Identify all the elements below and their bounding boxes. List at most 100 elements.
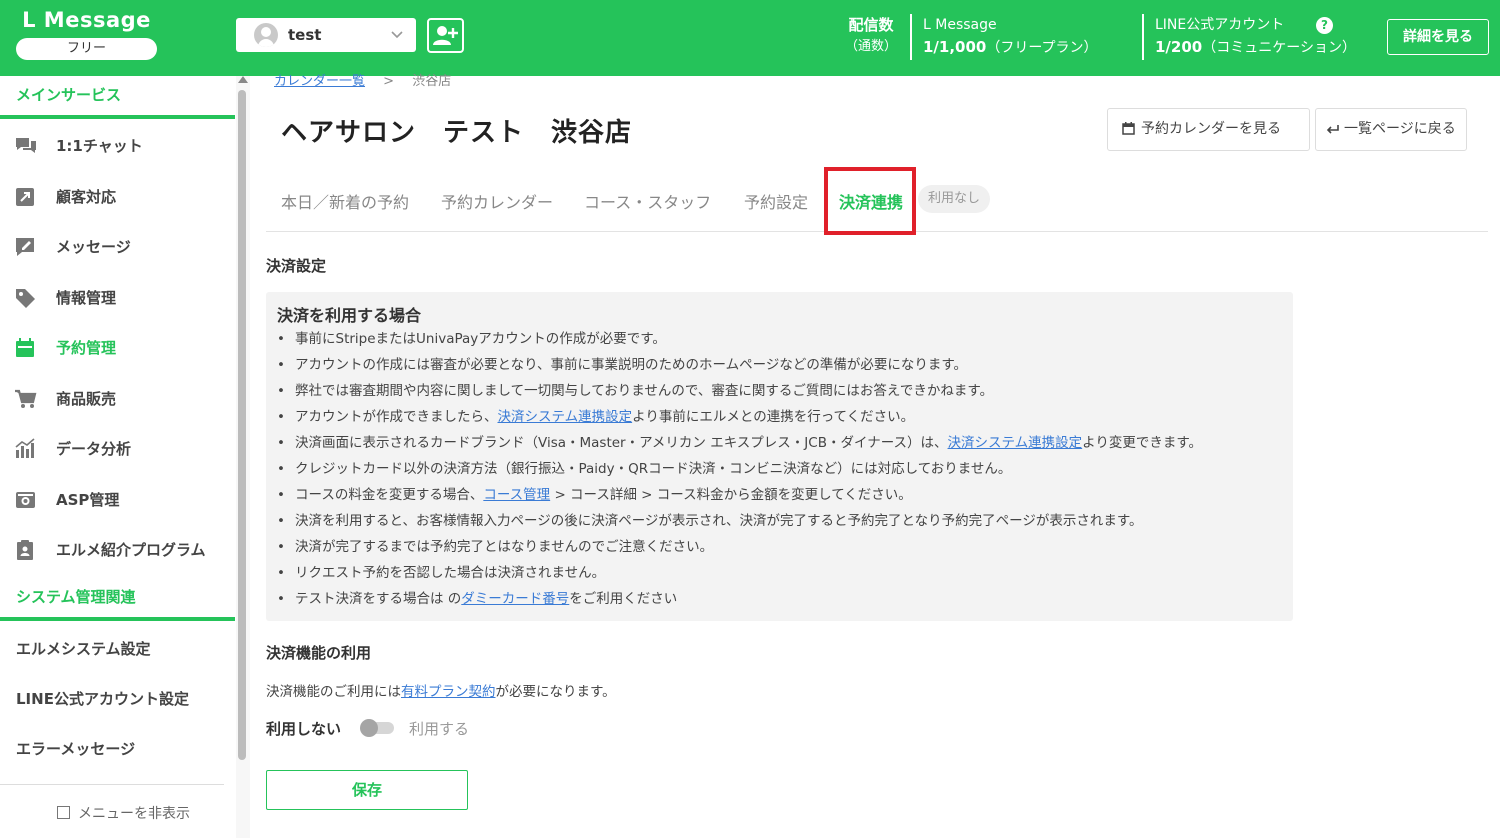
tab-calendar[interactable]: 予約カレンダー	[441, 189, 553, 213]
sidebar-item-analytics[interactable]: データ分析	[0, 423, 235, 473]
note-text: をご利用ください	[569, 591, 678, 607]
list-item: テスト決済をする場合は のダミーカード番号をご利用ください	[276, 589, 1202, 615]
sidebar-item-label: 予約管理	[56, 339, 117, 357]
list-item: コースの料金を変更する場合、コース管理 > コース詳細 > コース料金から金額を…	[276, 485, 1202, 511]
payment-notice-box: 決済を利用する場合 事前にStripeまたはUnivaPayアカウントの作成が必…	[266, 292, 1293, 621]
toggle-on-label: 利用する	[409, 720, 470, 738]
note-text: 決済を利用すると、お客様情報入力ページの後に決済ページが表示され、決済が完了する…	[295, 513, 1143, 529]
sidebar-item-sales[interactable]: 商品販売	[0, 373, 235, 423]
add-user-button[interactable]	[427, 18, 464, 53]
line-account-plan: （コミュニケーション）	[1202, 40, 1356, 56]
account-selector[interactable]: test	[236, 18, 416, 52]
logo-text: L Message	[22, 8, 151, 32]
note-text: アカウントの作成には審査が必要となり、事前に事業説明のためのホームページなどの準…	[295, 357, 968, 373]
note-text: コースの料金を変更する場合、	[295, 487, 484, 503]
hide-menu-button[interactable]: メニューを非表示	[57, 803, 190, 823]
scrollbar[interactable]	[238, 90, 246, 760]
payment-usage-heading: 決済機能の利用	[266, 644, 372, 662]
list-item: リクエスト予約を否認した場合は決済されません。	[276, 563, 1202, 589]
asp-icon	[16, 492, 35, 508]
notice-list: 事前にStripeまたはUnivaPayアカウントの作成が必要です。 アカウント…	[276, 329, 1202, 615]
note-text: より事前にエルメとの連携を行ってください。	[632, 409, 915, 425]
lmessage-stat: L Message 1/1,000（フリープラン）	[923, 14, 1098, 59]
hide-menu-label: メニューを非表示	[78, 806, 190, 822]
sidebar-item-chat[interactable]: 1:1チャット	[0, 120, 235, 170]
note-text: アカウントが作成できましたら、	[295, 409, 498, 425]
divider	[0, 784, 224, 785]
help-icon[interactable]: ?	[1316, 17, 1333, 34]
note-text: 弊社では審査期間や内容に関しまして一切関与しておりませんので、審査に関するご質問…	[295, 383, 994, 399]
note-text: リクエスト予約を否認した場合は決済されません。	[295, 565, 606, 581]
sidebar-item-reservation[interactable]: 予約管理	[0, 322, 235, 372]
section-title-system: システム管理関連	[16, 588, 136, 606]
toggle-off-label: 利用しない	[266, 720, 342, 738]
course-management-link[interactable]: コース管理	[483, 487, 550, 503]
note-text: テスト決済をする場合は の	[295, 591, 462, 607]
sidebar-menu: メインサービス 1:1チャット 顧客対応 メッセージ 情報管理 予約管理 商品販…	[0, 76, 236, 838]
dummy-card-link[interactable]: ダミーカード番号	[461, 591, 569, 607]
sidebar-item-referral[interactable]: エルメ紹介プログラム	[0, 524, 235, 574]
sidebar-item-customer[interactable]: 顧客対応	[0, 171, 235, 221]
note-text: 事前にStripeまたはUnivaPayアカウントの作成が必要です。	[295, 331, 666, 347]
logo[interactable]: L Message フリー	[16, 6, 157, 60]
paid-plan-link[interactable]: 有料プラン契約	[401, 684, 496, 700]
lmessage-plan: （フリープラン）	[986, 40, 1098, 56]
sidebar-item-line-settings[interactable]: LINE公式アカウント設定	[16, 688, 189, 709]
breadcrumb-separator: >	[383, 74, 395, 89]
top-header: L Message フリー test 配信数 （通数） L Message 1/…	[0, 0, 1500, 76]
chevron-down-icon	[391, 31, 403, 39]
delivery-sub-label: （通数）	[844, 39, 897, 54]
sidebar-item-label: 情報管理	[56, 289, 117, 307]
note-text: 決済画面に表示されるカードブランド（Visa・Master・アメリカン エキスプ…	[295, 435, 948, 451]
sidebar-item-label: データ分析	[56, 440, 132, 458]
list-item: アカウントが作成できましたら、決済システム連携設定より事前にエルメとの連携を行っ…	[276, 407, 1202, 433]
details-button[interactable]: 詳細を見る	[1387, 19, 1489, 55]
payment-settings-heading: 決済設定	[266, 257, 327, 275]
sidebar-item-asp[interactable]: ASP管理	[0, 474, 235, 524]
lmessage-label: L Message	[923, 17, 997, 33]
divider	[1142, 14, 1144, 60]
delivery-count-label: 配信数 （通数）	[836, 14, 906, 58]
lmessage-count: 1/1,000	[923, 38, 987, 56]
plan-badge: フリー	[16, 38, 157, 60]
section-underline	[0, 617, 235, 621]
bar-chart-icon	[15, 438, 35, 458]
list-item: 弊社では審査期間や内容に関しまして一切関与しておりませんので、審査に関するご質問…	[276, 381, 1202, 407]
paid-plan-note: 決済機能のご利用には有料プラン契約が必要になります。	[266, 680, 616, 700]
list-item: 決済を利用すると、お客様情報入力ページの後に決済ページが表示され、決済が完了する…	[276, 511, 1202, 537]
sidebar-item-label: 商品販売	[56, 390, 117, 408]
sidebar-item-label: ASP管理	[56, 491, 120, 509]
payment-status-badge: 利用なし	[918, 185, 990, 213]
tag-icon	[16, 289, 35, 308]
scroll-up-arrow[interactable]	[238, 76, 248, 83]
divider	[910, 14, 912, 60]
calendar-icon	[16, 338, 34, 357]
delivery-label: 配信数	[848, 16, 894, 34]
view-calendar-button[interactable]: 予約カレンダーを見る	[1107, 108, 1310, 151]
breadcrumb-current: 渋谷店	[412, 74, 452, 89]
tab-settings[interactable]: 予約設定	[744, 189, 808, 213]
tab-course-staff[interactable]: コース・スタッフ	[584, 189, 711, 213]
sidebar-item-elme-settings[interactable]: エルメシステム設定	[16, 638, 151, 659]
tab-today[interactable]: 本日／新着の予約	[281, 189, 409, 213]
note-text: > コース詳細 > コース料金から金額を変更してください。	[550, 487, 912, 503]
payment-integration-link[interactable]: 決済システム連携設定	[498, 409, 633, 425]
list-item: クレジットカード以外の決済方法（銀行振込・Paidy・QRコード決済・コンビニ決…	[276, 459, 1202, 485]
calendar-icon	[1122, 122, 1135, 135]
breadcrumb-calendar-list[interactable]: カレンダー一覧	[274, 74, 365, 89]
section-underline	[0, 115, 235, 119]
breadcrumb: カレンダー一覧 > 渋谷店	[274, 70, 451, 89]
sidebar-item-info[interactable]: 情報管理	[0, 272, 235, 322]
message-edit-icon	[16, 238, 34, 256]
note-text: が必要になります。	[495, 684, 616, 700]
back-to-list-button[interactable]: 一覧ページに戻る	[1315, 108, 1467, 151]
payment-integration-link[interactable]: 決済システム連携設定	[948, 435, 1083, 451]
sidebar-item-error-messages[interactable]: エラーメッセージ	[16, 738, 135, 759]
note-text: 決済が完了するまでは予約完了とはなりませんのでご注意ください。	[295, 539, 714, 555]
sidebar-item-message[interactable]: メッセージ	[0, 221, 235, 271]
clipboard-user-icon	[17, 540, 33, 560]
payment-toggle-switch[interactable]	[360, 719, 394, 737]
collapse-icon	[57, 806, 70, 819]
save-button[interactable]: 保存	[266, 770, 468, 810]
toggle-knob	[360, 719, 378, 737]
